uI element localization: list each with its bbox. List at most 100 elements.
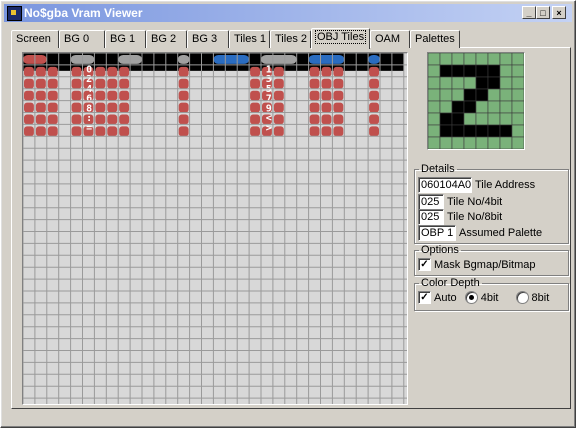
- mask-checkbox[interactable]: ✓: [418, 258, 431, 271]
- tab-label: BG 2: [151, 33, 177, 45]
- preview-pixel: [463, 52, 477, 66]
- tile-sprite: [47, 126, 58, 137]
- preview-pixel: [439, 64, 453, 78]
- tile-sprite: [369, 114, 379, 125]
- preview-pixel: [475, 124, 489, 138]
- 4bit-label: 4bit: [480, 291, 499, 304]
- 8bit-radio[interactable]: [515, 291, 529, 304]
- tile-sprite-top: [308, 55, 345, 64]
- mask-row[interactable]: ✓ Mask Bgmap/Bitmap: [418, 258, 535, 271]
- preview-pixel: [463, 76, 477, 90]
- tile-no-4bit-field[interactable]: 025: [418, 194, 444, 210]
- preview-pixel: [475, 64, 489, 78]
- preview-pixel: [475, 76, 489, 90]
- preview-pixel: [463, 136, 477, 150]
- tile-no-8bit-field[interactable]: 025: [418, 209, 444, 225]
- 4bit-radio[interactable]: [464, 291, 478, 304]
- tab-screen[interactable]: Screen: [11, 30, 59, 48]
- tile-sprite: [309, 90, 320, 101]
- tile-sprite: [250, 66, 260, 77]
- preview-pixel: [511, 112, 525, 126]
- tab-label: BG 3: [192, 33, 218, 45]
- tile-sprite: [178, 90, 189, 101]
- tab-bg3[interactable]: BG 3: [187, 30, 229, 48]
- tile-sprite: [107, 78, 118, 89]
- tile-sprite: [250, 78, 260, 89]
- assumed-palette-field[interactable]: OBP 1: [418, 225, 456, 241]
- tile-sprite: [47, 90, 58, 101]
- tile-sprite: [178, 126, 189, 137]
- tile-sprite: [333, 114, 344, 125]
- auto-checkbox[interactable]: ✓: [418, 291, 431, 304]
- tile-sprite: [71, 126, 82, 137]
- tile-sprite: [333, 126, 344, 137]
- preview-pixel: [427, 88, 441, 102]
- title-bar[interactable]: No$gba Vram Viewer _ □ ×: [4, 4, 572, 22]
- tile-sprite: [95, 90, 106, 101]
- tile-address-field[interactable]: 060104A0: [418, 177, 472, 193]
- tab-palettes[interactable]: Palettes: [410, 30, 460, 48]
- preview-pixel: [487, 52, 501, 66]
- preview-pixel: [463, 112, 477, 126]
- tile-sprite: [369, 102, 379, 113]
- tab-bg0[interactable]: BG 0: [59, 30, 105, 48]
- tile-sprite: [24, 90, 34, 101]
- tab-tiles2[interactable]: Tiles 2: [270, 30, 311, 48]
- preview-pixel: [475, 136, 489, 150]
- tab-oam[interactable]: OAM: [370, 30, 410, 48]
- minimize-button[interactable]: _: [522, 6, 536, 19]
- tile-sprite: [35, 114, 46, 125]
- preview-pixel: [451, 88, 465, 102]
- tile-sprite: [107, 102, 118, 113]
- preview-pixel: [451, 64, 465, 78]
- tile-sprite: [273, 78, 284, 89]
- tile-sprite: [71, 78, 82, 89]
- preview-pixel: [475, 52, 489, 66]
- tile-sprite: [71, 102, 82, 113]
- tab-bg2[interactable]: BG 2: [146, 30, 187, 48]
- preview-pixel: [511, 76, 525, 90]
- tab-bg1[interactable]: BG 1: [105, 30, 146, 48]
- tile-sprite-top: [261, 55, 297, 64]
- tile-sprite: [35, 102, 46, 113]
- preview-pixel: [463, 64, 477, 78]
- tile-sprite: [119, 126, 130, 137]
- preview-pixel: [439, 76, 453, 90]
- tile-sprite: [35, 126, 46, 137]
- tile-sprite: [119, 90, 130, 101]
- preview-pixel: [439, 52, 453, 66]
- tab-obj-tiles[interactable]: OBJ Tiles: [311, 28, 370, 49]
- tile-sprite: [250, 114, 260, 125]
- preview-pixel: [487, 112, 501, 126]
- preview-pixel: [463, 88, 477, 102]
- preview-pixel: [451, 52, 465, 66]
- tile-sprite: [273, 102, 284, 113]
- tile-grid[interactable]: 0 12 34 56 78 9: <= >: [23, 53, 407, 404]
- tile-no-8bit-row: 025 Tile No/8bit: [418, 209, 502, 225]
- tile-sprite: [333, 78, 344, 89]
- tile-sprite: [47, 66, 58, 77]
- tab-tiles1[interactable]: Tiles 1: [229, 30, 270, 48]
- preview-pixel: [511, 88, 525, 102]
- tile-sprite: [178, 114, 189, 125]
- tab-label: Screen: [16, 33, 51, 45]
- tile-sprite: [321, 114, 332, 125]
- tile-sprite: [95, 102, 106, 113]
- preview-pixel: [499, 100, 513, 114]
- tile-sprite: [309, 114, 320, 125]
- tile-sprite: [107, 114, 118, 125]
- tile-grid-view[interactable]: 0 1 2 3 4 5 6 7 8 9: < = >: [22, 52, 408, 405]
- tile-sprite: [95, 78, 106, 89]
- assumed-palette-label: Assumed Palette: [459, 227, 543, 239]
- preview-pixel: [511, 124, 525, 138]
- maximize-button[interactable]: □: [536, 6, 550, 19]
- preview-pixel: [499, 52, 513, 66]
- tile-sprite: [309, 66, 320, 77]
- preview-pixel: [511, 64, 525, 78]
- tile-sprite: [309, 78, 320, 89]
- tab-label: Tiles 1: [234, 33, 266, 45]
- preview-pixel: [499, 124, 513, 138]
- close-button[interactable]: ×: [552, 6, 566, 19]
- preview-pixel: [427, 64, 441, 78]
- tile-preview: [427, 52, 525, 150]
